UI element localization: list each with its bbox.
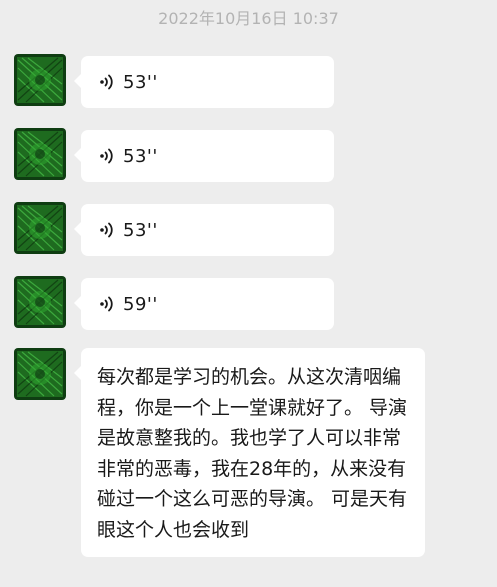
voice-duration: 53'' xyxy=(123,219,158,241)
message-text: 每次都是学习的机会。从这次清咽编程，你是一个上一堂课就好了。 导演是故意整我的。… xyxy=(97,366,408,541)
voice-message-bubble[interactable]: 59'' xyxy=(74,278,334,330)
avatar[interactable] xyxy=(14,128,66,180)
voice-duration: 53'' xyxy=(123,145,158,167)
voice-duration: 59'' xyxy=(123,293,158,315)
chat-timestamp: 2022年10月16日 10:37 xyxy=(158,9,339,28)
avatar[interactable] xyxy=(14,54,66,106)
voice-message-bubble[interactable]: 53'' xyxy=(74,204,334,256)
avatar[interactable] xyxy=(14,202,66,254)
voice-wave-icon xyxy=(99,146,115,166)
avatar[interactable] xyxy=(14,348,66,400)
voice-message-bubble[interactable]: 53'' xyxy=(74,130,334,182)
avatar[interactable] xyxy=(14,276,66,328)
voice-message-bubble[interactable]: 53'' xyxy=(74,56,334,108)
voice-wave-icon xyxy=(99,294,115,314)
voice-wave-icon xyxy=(99,72,115,92)
text-message-bubble[interactable]: 每次都是学习的机会。从这次清咽编程，你是一个上一堂课就好了。 导演是故意整我的。… xyxy=(74,348,425,557)
voice-wave-icon xyxy=(99,220,115,240)
voice-duration: 53'' xyxy=(123,71,158,93)
